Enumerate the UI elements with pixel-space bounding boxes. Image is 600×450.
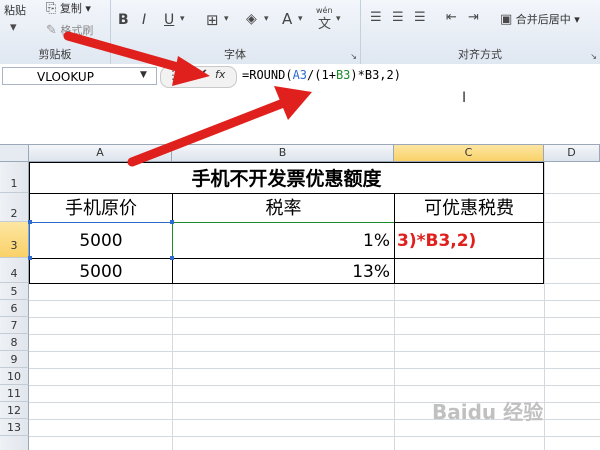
- underline-button[interactable]: U: [164, 12, 174, 28]
- font-color-button[interactable]: A: [282, 10, 292, 28]
- merge-center-label: 合并后居中: [515, 13, 571, 26]
- formula-ref-b3: B3: [335, 68, 351, 82]
- merge-center-button[interactable]: ▣ 合并后居中 ▾: [500, 11, 580, 27]
- cell-b4[interactable]: 13%: [172, 258, 395, 284]
- formula-suffix: )*B3,2): [350, 68, 401, 82]
- cancel-icon[interactable]: ✕: [179, 67, 190, 82]
- copy-dropdown-icon: ▾: [85, 2, 91, 15]
- row-header-10[interactable]: 10: [0, 368, 29, 385]
- name-box[interactable]: VLOOKUP: [2, 67, 157, 85]
- gridline: [544, 162, 545, 450]
- paste-dropdown-icon[interactable]: ▾: [10, 20, 17, 35]
- paste-label: 粘贴: [4, 4, 26, 17]
- gridline: [29, 317, 600, 318]
- header-cell-discount[interactable]: 可优惠税费: [394, 193, 544, 223]
- alignment-dialog-launcher-icon[interactable]: ↘: [590, 52, 597, 61]
- copy-button[interactable]: ⎘ 复制 ▾: [46, 0, 91, 16]
- italic-button[interactable]: I: [142, 12, 146, 28]
- increase-indent-icon[interactable]: ⇥: [468, 10, 479, 25]
- alignment-group: ☰ ☰ ☰ ⇤ ⇥ ▣ 合并后居中 ▾ 对齐方式 ↘: [360, 0, 600, 64]
- watermark: Baidu 经验: [432, 400, 544, 424]
- row-header-9[interactable]: 9: [0, 351, 29, 368]
- clipboard-group: 粘贴 ▾ ⎘ 复制 ▾ ✎ 格式刷 剪贴板: [0, 0, 111, 64]
- copy-icon: ⎘: [46, 1, 57, 16]
- row-header-12[interactable]: 12: [0, 402, 29, 419]
- font-group: B I U ▾ ⊞ ▾ ◈ ▾ A ▾ wén 文 ▾ 字体 ↘: [110, 0, 361, 64]
- font-dialog-launcher-icon[interactable]: ↘: [350, 52, 357, 61]
- phonetic-dropdown-icon[interactable]: ▾: [336, 14, 341, 24]
- cell-a4[interactable]: 5000: [29, 258, 173, 284]
- cell-b3[interactable]: 1%: [172, 222, 395, 259]
- cell-c4[interactable]: [394, 258, 544, 284]
- row-header-8[interactable]: 8: [0, 334, 29, 351]
- copy-label: 复制: [59, 2, 82, 15]
- border-icon[interactable]: ⊞: [206, 11, 219, 29]
- fill-dropdown-icon[interactable]: ▾: [264, 14, 269, 24]
- row-header-14[interactable]: [0, 436, 29, 450]
- format-painter-button[interactable]: ✎ 格式刷: [46, 22, 93, 38]
- font-color-dropdown-icon[interactable]: ▾: [298, 14, 303, 24]
- cell-c3-editing[interactable]: 3)*B3,2): [394, 222, 544, 259]
- gridline: [29, 351, 600, 352]
- title-cell[interactable]: 手机不开发票优惠额度: [29, 162, 544, 194]
- range-handle[interactable]: [170, 220, 174, 224]
- align-left-icon[interactable]: ☰: [370, 10, 382, 25]
- row-header-3[interactable]: 3: [0, 222, 29, 258]
- insert-function-icon[interactable]: fx: [215, 68, 225, 81]
- column-header-d[interactable]: D: [544, 145, 600, 162]
- clipboard-group-label: 剪贴板: [38, 48, 72, 61]
- gridline: [29, 436, 600, 437]
- font-group-label: 字体: [224, 48, 246, 61]
- decrease-indent-icon[interactable]: ⇤: [446, 10, 457, 25]
- row-header-4[interactable]: 4: [0, 258, 29, 283]
- range-handle[interactable]: [28, 256, 32, 260]
- formula-ref-a3: A3: [292, 68, 308, 82]
- gridline: [29, 385, 600, 386]
- formula-prefix: =ROUND(: [242, 68, 293, 82]
- range-handle[interactable]: [170, 256, 174, 260]
- gridline: [29, 368, 600, 369]
- formula-buttons: ⋮ ✕ ✔ fx: [160, 66, 237, 88]
- phonetic-icon[interactable]: 文: [318, 13, 331, 32]
- column-header-b[interactable]: B: [172, 145, 394, 162]
- cell-a3[interactable]: 5000: [29, 222, 173, 259]
- text-cursor-icon: I: [462, 90, 467, 106]
- row-header-13[interactable]: 13: [0, 419, 29, 436]
- align-right-icon[interactable]: ☰: [414, 10, 426, 25]
- header-cell-price[interactable]: 手机原价: [29, 193, 173, 223]
- align-center-icon[interactable]: ☰: [392, 10, 404, 25]
- brush-icon: ✎: [46, 23, 57, 38]
- name-box-dropdown-icon[interactable]: ▼: [140, 70, 147, 80]
- collapse-icon: ⋮: [167, 68, 179, 82]
- gridline: [29, 334, 600, 335]
- formula-mid: /(1+: [307, 68, 336, 82]
- merge-icon: ▣: [500, 12, 513, 27]
- row-header-6[interactable]: 6: [0, 300, 29, 317]
- formula-input[interactable]: =ROUND(A3/(1+B3)*B3,2): [242, 68, 401, 82]
- bold-button[interactable]: B: [118, 12, 129, 28]
- row-header-7[interactable]: 7: [0, 317, 29, 334]
- merge-dropdown-icon: ▾: [574, 13, 580, 26]
- underline-dropdown-icon[interactable]: ▾: [180, 14, 185, 24]
- column-header-c[interactable]: C: [394, 145, 544, 162]
- column-header-a[interactable]: A: [29, 145, 172, 162]
- alignment-group-label: 对齐方式: [458, 48, 502, 61]
- row-header-2[interactable]: 2: [0, 193, 29, 222]
- gridline: [29, 300, 600, 301]
- row-header-1[interactable]: 1: [0, 162, 29, 193]
- row-header-5[interactable]: 5: [0, 283, 29, 300]
- select-all-corner[interactable]: [0, 145, 29, 162]
- range-handle[interactable]: [28, 220, 32, 224]
- enter-check-icon[interactable]: ✔: [197, 67, 208, 82]
- header-cell-rate[interactable]: 税率: [172, 193, 395, 223]
- paste-button[interactable]: 粘贴: [4, 2, 26, 18]
- row-header-11[interactable]: 11: [0, 385, 29, 402]
- format-painter-label: 格式刷: [60, 24, 94, 37]
- border-dropdown-icon[interactable]: ▾: [224, 14, 229, 24]
- ribbon: 粘贴 ▾ ⎘ 复制 ▾ ✎ 格式刷 剪贴板 B I U ▾ ⊞ ▾ ◈ ▾ A …: [0, 0, 600, 65]
- fill-color-icon[interactable]: ◈: [246, 11, 257, 27]
